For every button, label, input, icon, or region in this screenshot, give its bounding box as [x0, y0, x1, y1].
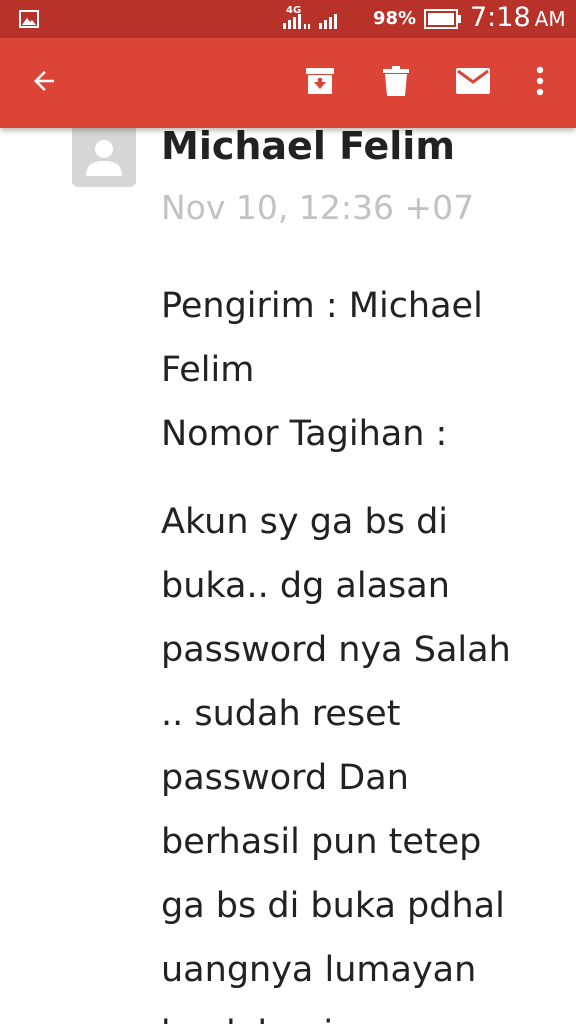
body-line: berhasil pun tetep: [161, 822, 482, 862]
archive-button[interactable]: [290, 38, 350, 128]
body-line: Felim: [161, 350, 255, 390]
delete-icon: [382, 65, 410, 101]
body-line: password Dan: [161, 758, 409, 798]
email-date: Nov 10, 12:36 +07: [161, 188, 475, 227]
back-arrow-icon: [29, 66, 59, 100]
body-line: Nomor Tagihan :: [161, 414, 448, 454]
status-clock: 7:18 AM: [470, 2, 566, 33]
back-button[interactable]: [14, 38, 74, 128]
body-line: Akun sy ga bs di: [161, 502, 449, 542]
body-line: ga bs di buka pdhal: [161, 886, 505, 926]
body-line: Pengirim : Michael: [161, 286, 483, 326]
clock-ampm: AM: [534, 7, 566, 31]
body-line: .. sudah reset: [161, 694, 401, 734]
more-options-button[interactable]: [510, 38, 570, 128]
sender-avatar[interactable]: [72, 128, 136, 187]
body-line: buka.. dg alasan: [161, 566, 450, 606]
body-line: bnyk bagi sy: [161, 1002, 561, 1024]
status-bar: 4G 98% 7:18 AM: [0, 0, 576, 38]
person-icon: [86, 140, 122, 176]
more-vert-icon: [536, 66, 544, 100]
body-line: uangnya lumayan: [161, 950, 477, 990]
mark-unread-icon: [455, 67, 491, 99]
clock-time: 7:18: [470, 2, 531, 33]
delete-button[interactable]: [366, 38, 426, 128]
signal-strength-icon: 4G: [281, 3, 343, 37]
battery-icon: [424, 9, 462, 33]
email-body: Pengirim : Michael Felim Nomor Tagihan :…: [161, 274, 561, 1024]
battery-percent: 98%: [373, 8, 417, 29]
email-content[interactable]: Michael Felim Nov 10, 12:36 +07 Pengirim…: [0, 128, 576, 1024]
archive-icon: [304, 65, 336, 101]
body-line: password nya Salah: [161, 630, 511, 670]
gallery-notification-icon: [19, 10, 39, 32]
app-toolbar: [0, 38, 576, 128]
sender-name: Michael Felim: [161, 128, 455, 168]
mark-unread-button[interactable]: [443, 38, 503, 128]
